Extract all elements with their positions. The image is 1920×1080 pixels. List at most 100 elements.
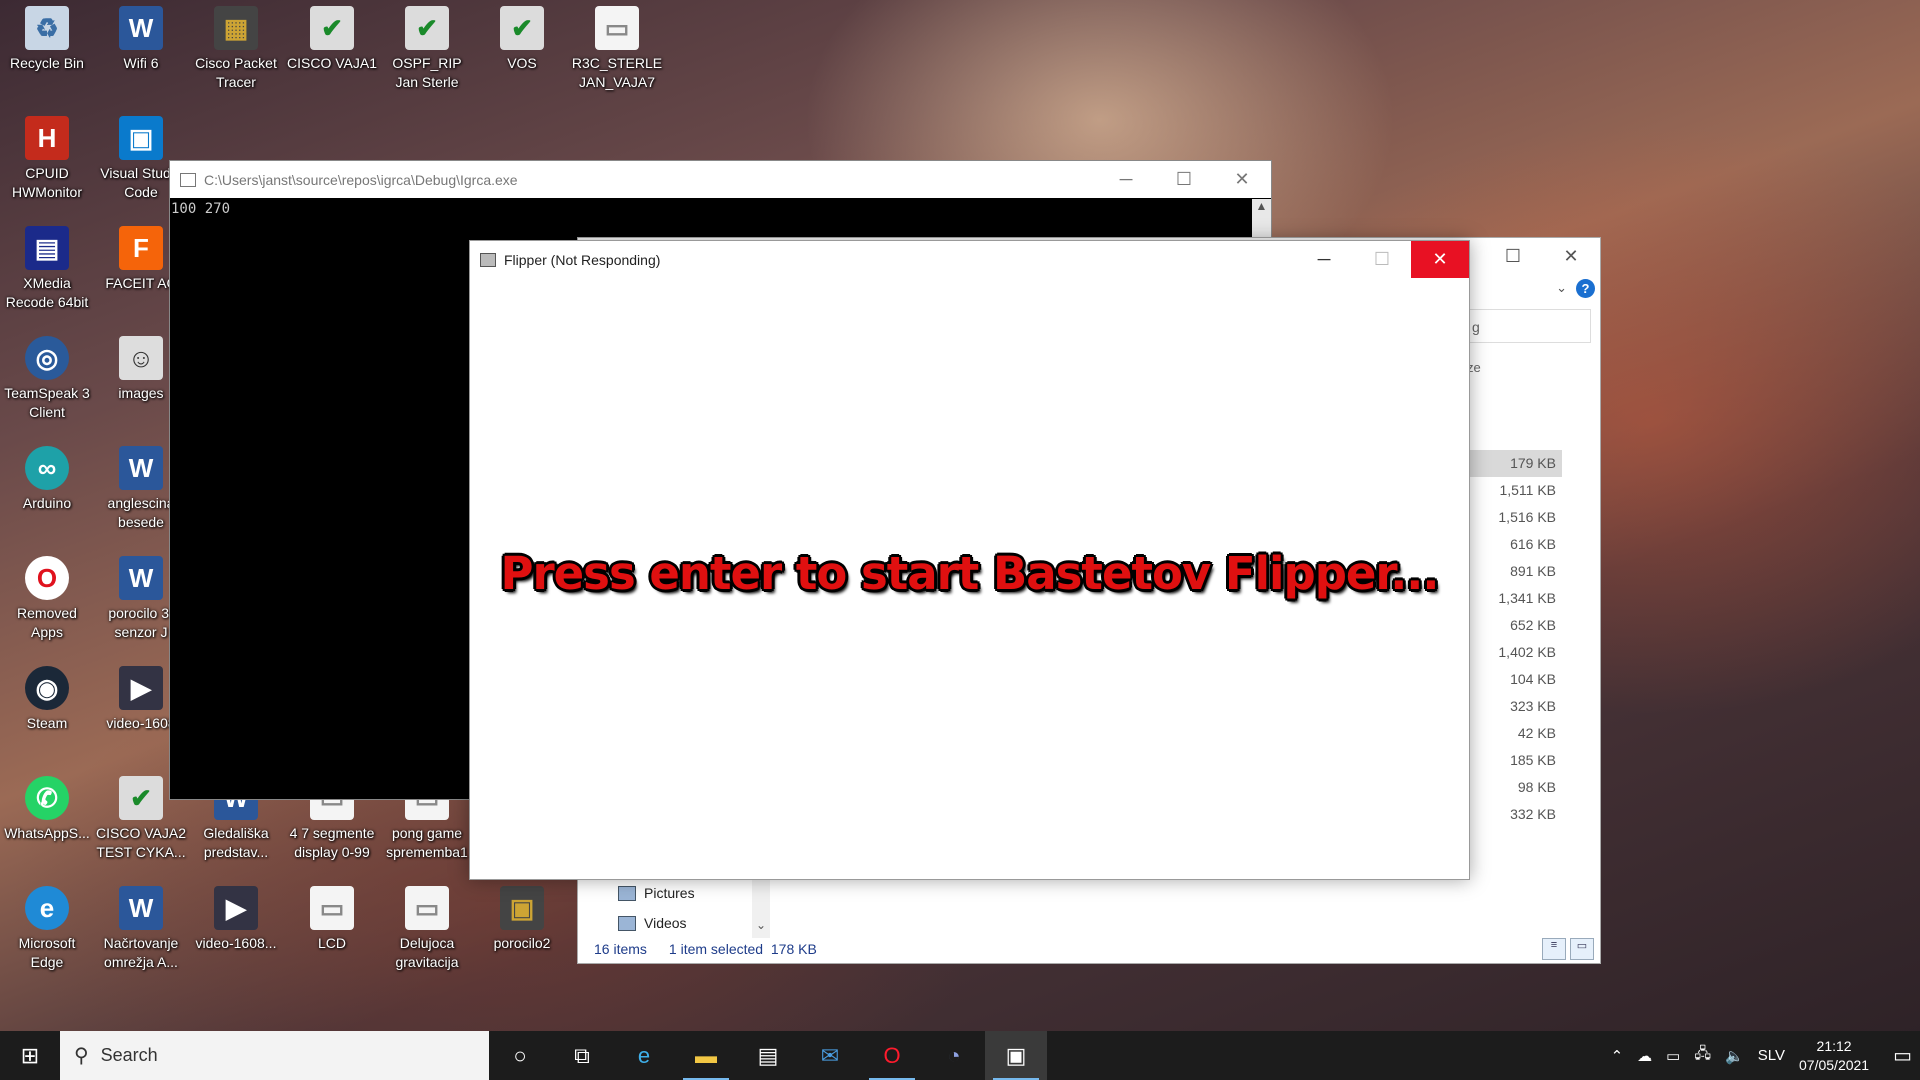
desktop-icon-label: LCD — [317, 935, 346, 951]
packet-tracer-icon: ▣ — [500, 886, 544, 930]
flipper-maximize-button[interactable]: ☐ — [1353, 241, 1411, 278]
cisco-file-icon: ✔ — [310, 6, 354, 50]
desktop-icon-porocilo2[interactable]: ▣ porocilo2 — [476, 886, 568, 953]
onedrive-cloud-icon[interactable]: ☁ — [1637, 1047, 1652, 1065]
nav-item-videos[interactable]: Videos — [618, 908, 695, 938]
desktop-icon-whatsapp[interactable]: ✆ WhatsAppS... — [1, 776, 93, 843]
videos-folder-icon — [618, 915, 636, 931]
taskbar-search-box[interactable]: ⚲ Search — [60, 1031, 489, 1080]
nav-item-pictures[interactable]: Pictures — [618, 878, 695, 908]
file-size-cell[interactable]: 1,341 KB — [1467, 585, 1562, 612]
explorer-search-input[interactable]: g — [1467, 309, 1591, 343]
desktop-icon-label: anglescina besede — [107, 495, 175, 530]
packet-tracer-icon: ▦ — [214, 6, 258, 50]
desktop-icon-label: Načrtovanje omrežja A... — [103, 935, 179, 970]
file-size-cell[interactable]: 616 KB — [1467, 531, 1562, 558]
desktop-icon-video-2[interactable]: ▶ video-1608... — [190, 886, 282, 953]
desktop-icon-label: porocilo 3-senzor J — [108, 605, 174, 640]
desktop-icon-vos[interactable]: ✔ VOS — [476, 6, 568, 73]
volume-icon[interactable]: 🔈 — [1725, 1047, 1744, 1065]
desktop-icon-edge[interactable]: e Microsoft Edge — [1, 886, 93, 972]
details-view-button[interactable]: ≡ — [1542, 938, 1566, 960]
desktop-icon-label: Wifi 6 — [123, 55, 159, 71]
explorer-maximize-button[interactable]: ☐ — [1484, 238, 1542, 274]
desktop-icon-steam[interactable]: ◉ Steam — [1, 666, 93, 733]
desktop-icon-label: VOS — [507, 55, 537, 71]
store-taskbar-icon[interactable]: ▤ — [737, 1031, 799, 1080]
large-icons-view-button[interactable]: ▭ — [1570, 938, 1594, 960]
desktop-icon-removed-apps[interactable]: O Removed Apps — [1, 556, 93, 642]
status-selected: 1 item selected — [668, 941, 764, 957]
flipper-titlebar[interactable]: Flipper (Not Responding) ─ ☐ ✕ — [470, 241, 1469, 278]
mail-taskbar-icon[interactable]: ✉ — [799, 1031, 861, 1080]
file-size-cell[interactable]: 1,402 KB — [1467, 639, 1562, 666]
console-titlebar[interactable]: C:\Users\janst\source\repos\igrca\Debug\… — [170, 161, 1271, 198]
explorer-close-button[interactable]: ✕ — [1542, 238, 1600, 274]
teamspeak-icon: ◎ — [25, 336, 69, 380]
file-size-cell[interactable]: 42 KB — [1467, 720, 1562, 747]
file-size-cell[interactable]: 179 KB — [1467, 450, 1562, 477]
flipper-close-button[interactable]: ✕ — [1411, 241, 1469, 278]
file-size-cell[interactable]: 1,511 KB — [1467, 477, 1562, 504]
desktop-icon-wifi6[interactable]: W Wifi 6 — [95, 6, 187, 73]
file-size-cell[interactable]: 323 KB — [1467, 693, 1562, 720]
word-doc-icon: W — [119, 6, 163, 50]
discord-taskbar-icon[interactable]: ◔ — [923, 1031, 985, 1080]
file-size-cell[interactable]: 891 KB — [1467, 558, 1562, 585]
file-size-cell[interactable]: 185 KB — [1467, 747, 1562, 774]
system-tray: ⌃ ☁ ▭ 🖧 🔈 SLV 21:12 07/05/2021 ▭ — [1611, 1037, 1920, 1075]
desktop-icon-r3c-sterle[interactable]: ▭ R3C_STERLE JAN_VAJA7 — [571, 6, 663, 92]
language-indicator[interactable]: SLV — [1758, 1047, 1785, 1064]
file-size-cell[interactable]: 104 KB — [1467, 666, 1562, 693]
document-icon: ▭ — [595, 6, 639, 50]
desktop-icon-hwmonitor[interactable]: H CPUID HWMonitor — [1, 116, 93, 202]
flipper-window[interactable]: Flipper (Not Responding) ─ ☐ ✕ Press ent… — [469, 240, 1470, 880]
battery-icon[interactable]: ▭ — [1666, 1047, 1680, 1065]
desktop-icon-label: images — [118, 385, 164, 401]
desktop-icon-label: video-1608... — [195, 935, 277, 951]
desktop-icon-ospf-rip[interactable]: ✔ OSPF_RIP Jan Sterle — [381, 6, 473, 92]
console-close-button[interactable]: ✕ — [1213, 169, 1271, 190]
edge-taskbar-icon[interactable]: e — [613, 1031, 675, 1080]
desktop-icon-delujoca[interactable]: ▭ Delujoca gravitacija — [381, 886, 473, 972]
desktop-icon-recycle-bin[interactable]: ♻ Recycle Bin — [1, 6, 93, 73]
desktop-icon-nacrtovanje[interactable]: W Načrtovanje omrežja A... — [95, 886, 187, 972]
opera-icon: O — [25, 556, 69, 600]
desktop-icon-cisco-packet-tracer[interactable]: ▦ Cisco Packet Tracer — [190, 6, 282, 92]
desktop-icon-arduino[interactable]: ∞ Arduino — [1, 446, 93, 513]
word-doc-icon: W — [119, 886, 163, 930]
clock[interactable]: 21:12 07/05/2021 — [1799, 1037, 1869, 1075]
file-size-column: 179 KB 1,511 KB 1,516 KB 616 KB 891 KB 1… — [1467, 450, 1562, 828]
xmedia-icon: ▤ — [25, 226, 69, 270]
flipper-minimize-button[interactable]: ─ — [1295, 241, 1353, 278]
console-maximize-button[interactable]: ☐ — [1155, 169, 1213, 190]
flipper-taskbar-icon[interactable]: ▣ — [985, 1031, 1047, 1080]
hwmonitor-icon: H — [25, 116, 69, 160]
desktop-icon-teamspeak[interactable]: ◎ TeamSpeak 3 Client — [1, 336, 93, 422]
desktop-icon-label: CPUID HWMonitor — [11, 165, 82, 200]
notification-center-icon[interactable]: ▭ — [1893, 1043, 1912, 1068]
desktop-icon-lcd[interactable]: ▭ LCD — [286, 886, 378, 953]
console-scroll-up-button[interactable]: ▲ — [1252, 199, 1271, 239]
file-size-cell[interactable]: 98 KB — [1467, 774, 1562, 801]
help-icon[interactable]: ? — [1576, 279, 1595, 298]
document-icon: ▭ — [405, 886, 449, 930]
opera-taskbar-icon[interactable]: O — [861, 1031, 923, 1080]
file-explorer-taskbar-icon[interactable]: ▬ — [675, 1031, 737, 1080]
nav-scroll-down-button[interactable]: ⌄ — [752, 878, 770, 938]
file-size-cell[interactable]: 332 KB — [1467, 801, 1562, 828]
ribbon-expand-icon[interactable]: ⌄ — [1556, 280, 1567, 296]
clock-time: 21:12 — [1816, 1037, 1852, 1054]
network-icon[interactable]: 🖧 — [1694, 1043, 1711, 1068]
task-view-icon[interactable]: ⧉ — [551, 1031, 613, 1080]
navigation-pane: Pictures Videos — [618, 878, 695, 938]
file-size-cell[interactable]: 1,516 KB — [1467, 504, 1562, 531]
desktop-icon-xmedia[interactable]: ▤ XMedia Recode 64bit — [1, 226, 93, 312]
cortana-icon[interactable]: ○ — [489, 1031, 551, 1080]
show-hidden-icons-chevron-icon[interactable]: ⌃ — [1611, 1047, 1624, 1065]
console-minimize-button[interactable]: ─ — [1097, 169, 1155, 190]
file-size-cell[interactable]: 652 KB — [1467, 612, 1562, 639]
desktop-icon-label: CISCO VAJA1 — [287, 55, 377, 71]
desktop-icon-cisco-vaja1[interactable]: ✔ CISCO VAJA1 — [286, 6, 378, 73]
start-button[interactable]: ⊞ — [0, 1031, 60, 1080]
